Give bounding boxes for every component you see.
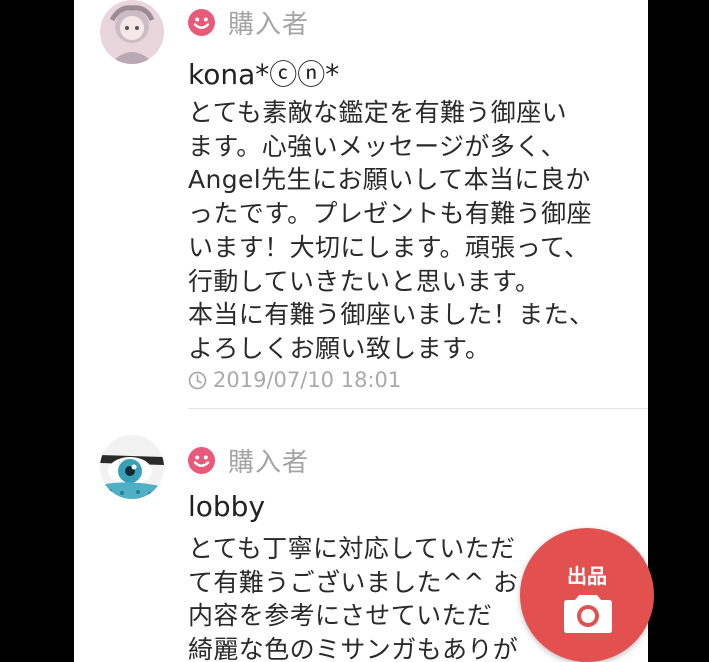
smile-icon <box>188 9 215 36</box>
buyer-label: 購入者 <box>228 448 310 478</box>
timestamp-text: 2019/07/10 18:01 <box>213 368 402 392</box>
smile-icon <box>188 447 215 474</box>
sell-button-label: 出品 <box>567 564 607 588</box>
buyer-row: 購入者 <box>188 442 309 479</box>
clock-icon <box>188 371 207 389</box>
buyer-label: 購入者 <box>228 10 310 40</box>
review-timestamp: 2019/07/10 18:01 <box>188 368 401 392</box>
divider <box>188 408 648 409</box>
review-comment: とても素敵な鑑定を有難う御座い ます。心強いメッセージが多く、 Angel先生に… <box>188 98 595 363</box>
camera-icon <box>564 595 612 633</box>
username: kona*ⓒⓝ* <box>188 58 340 91</box>
username: lobby <box>188 490 266 523</box>
sell-camera-button[interactable]: 出品 <box>520 528 654 662</box>
avatar[interactable] <box>100 0 164 64</box>
buyer-row: 購入者 <box>188 4 309 41</box>
avatar[interactable] <box>100 435 164 499</box>
